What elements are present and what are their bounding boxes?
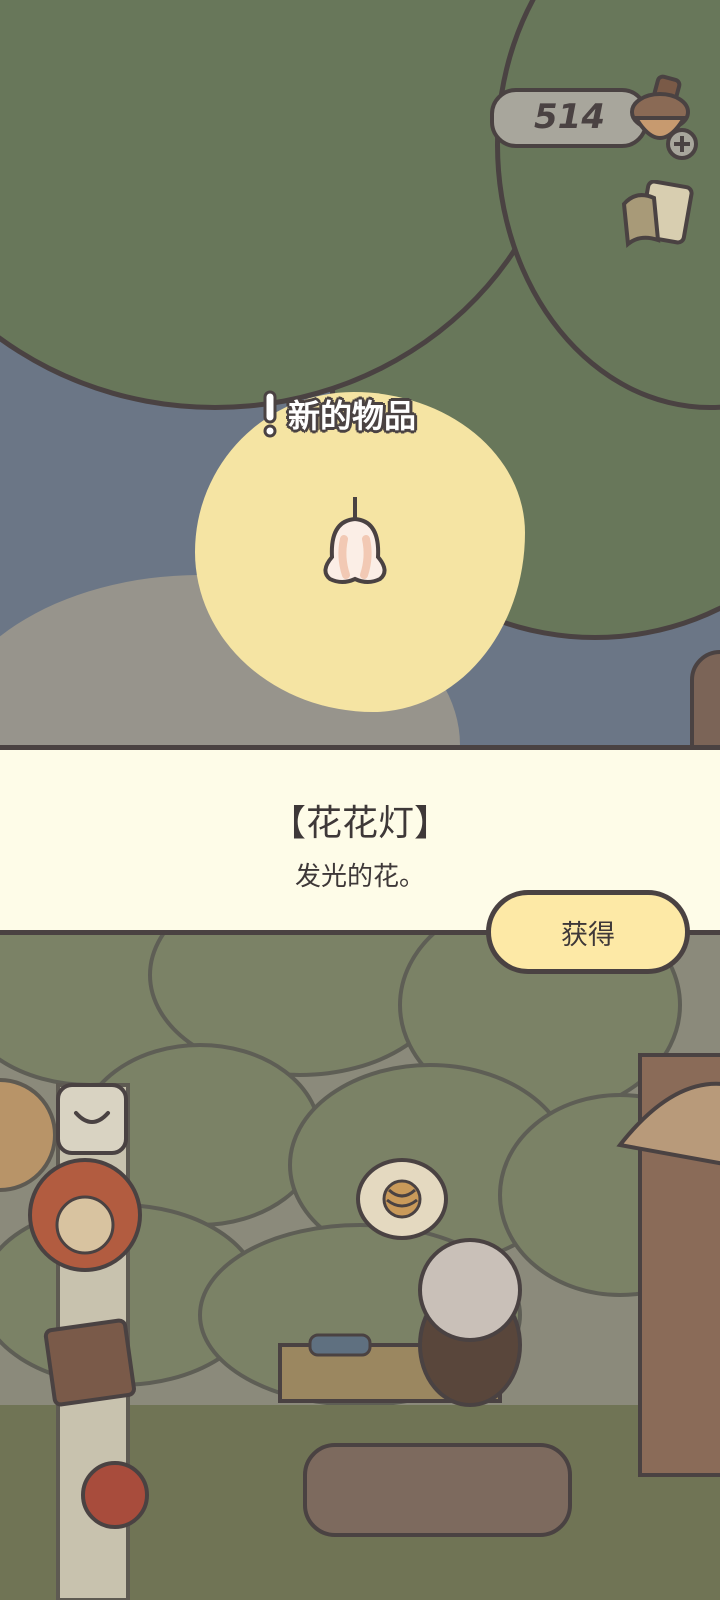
forest-background — [0, 935, 720, 1600]
flower-lamp-icon — [323, 497, 387, 584]
menu-toggle-button[interactable] — [56, 1083, 128, 1155]
new-item-header: 新的物品 — [262, 390, 416, 438]
item-name: 【花花灯】 — [269, 803, 450, 844]
yarn-ball-icon — [382, 1179, 422, 1219]
chevron-down-icon — [74, 1111, 110, 1124]
acorn-icon[interactable] — [628, 72, 698, 160]
forest-foliage — [0, 935, 720, 1600]
item-description: 发光的花。 — [294, 862, 425, 892]
currency-counter: 514 — [490, 88, 648, 148]
exclamation-icon — [263, 390, 277, 438]
yarn-bubble[interactable] — [356, 1158, 448, 1240]
currency-value: 514 — [534, 97, 605, 137]
new-item-title: 新的物品 — [288, 397, 417, 435]
obtain-button[interactable]: 获得 — [486, 890, 690, 974]
notebook-icon[interactable] — [618, 180, 698, 255]
